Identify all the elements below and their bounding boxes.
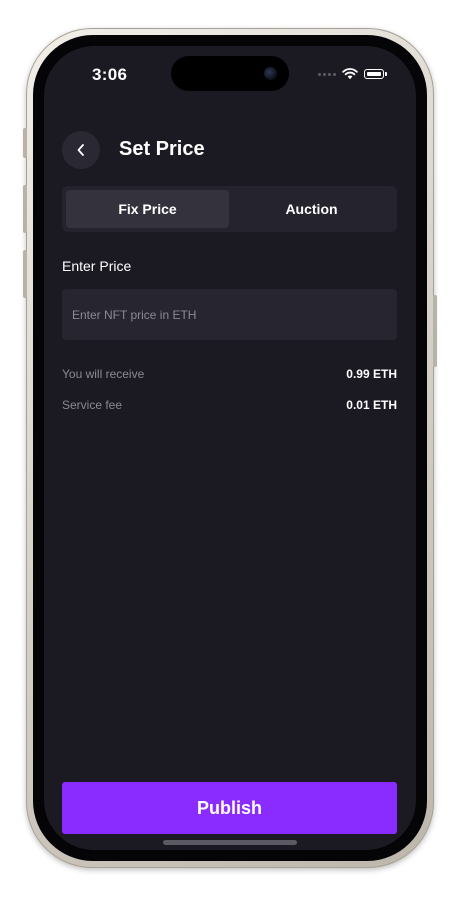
receive-label: You will receive [62,367,145,381]
receive-row: You will receive 0.99 ETH [62,367,397,381]
service-fee-row: Service fee 0.01 ETH [62,398,397,412]
tab-fix-price[interactable]: Fix Price [66,190,229,228]
power-button [433,295,437,367]
app-screen: 3:06 Set Price Fix Price Auction Enter P… [44,46,416,850]
home-indicator[interactable] [163,840,297,845]
back-button[interactable] [62,131,100,169]
price-type-tabs: Fix Price Auction [62,186,397,232]
tab-auction[interactable]: Auction [230,190,393,228]
status-bar-indicators [318,68,387,80]
service-fee-value: 0.01 ETH [346,398,397,412]
volume-down-button [23,250,27,298]
status-bar-time: 3:06 [92,65,128,84]
dynamic-island [171,56,289,91]
publish-button[interactable]: Publish [62,782,397,834]
front-camera-icon [264,67,277,80]
price-field-label: Enter Price [62,258,132,274]
wifi-icon [342,68,358,80]
action-button [23,128,27,158]
volume-up-button [23,185,27,233]
service-fee-label: Service fee [62,398,123,412]
page-title: Set Price [119,138,205,160]
receive-value: 0.99 ETH [346,367,397,381]
chevron-left-icon [77,144,84,156]
price-input[interactable] [62,289,397,340]
battery-icon [364,69,387,79]
cellular-signal-icon [318,72,336,76]
